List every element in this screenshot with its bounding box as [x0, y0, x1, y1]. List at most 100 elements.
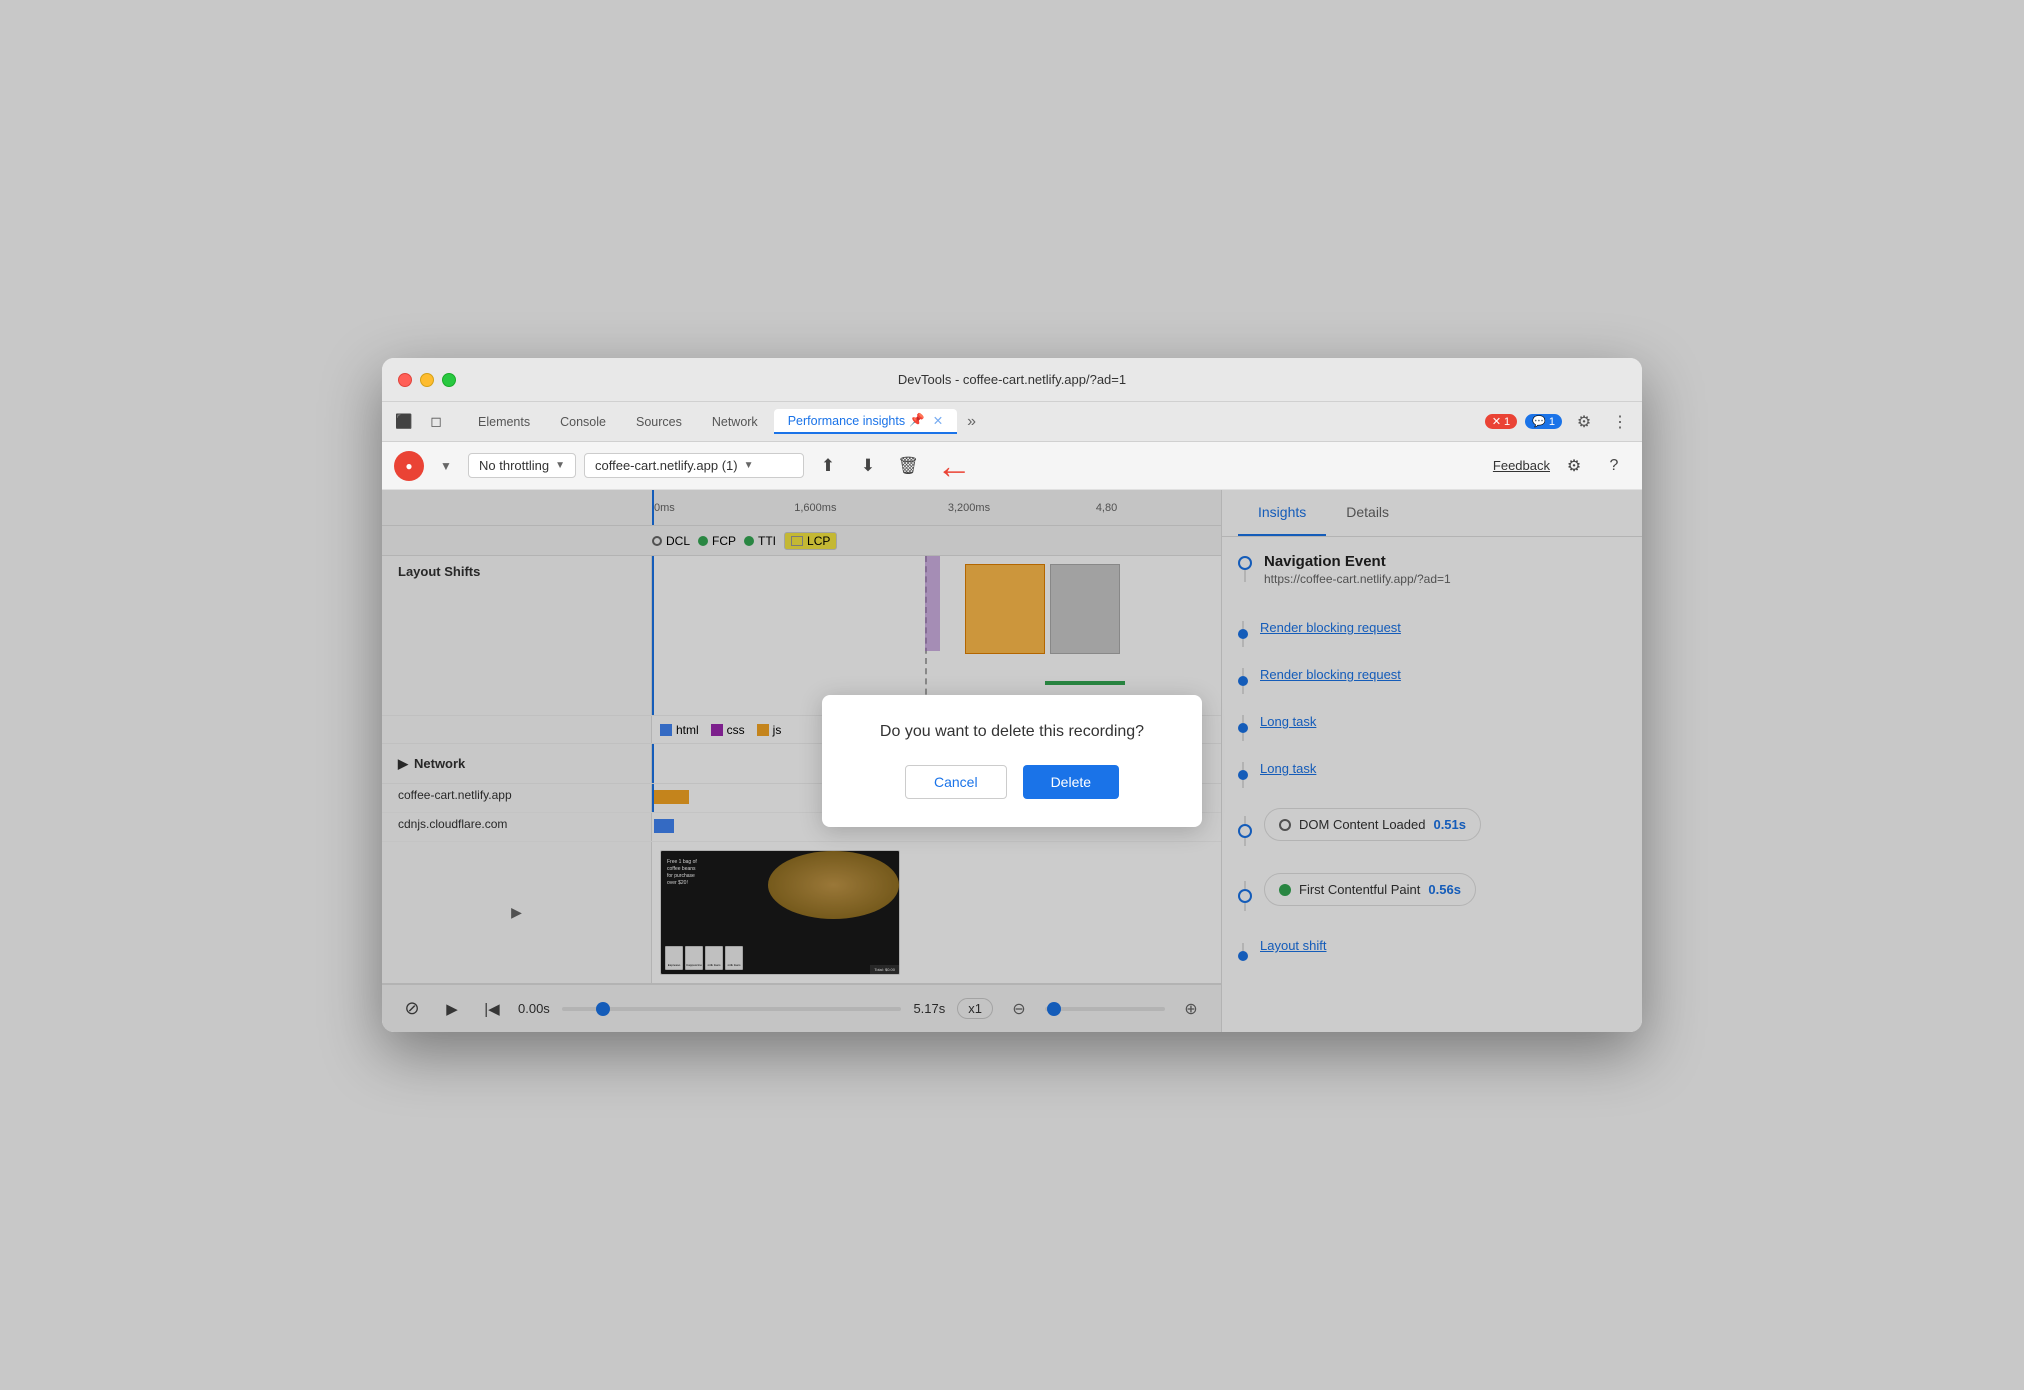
insights-content[interactable]: Navigation Event https://coffee-cart.net… — [1222, 537, 1642, 1032]
throttling-dropdown[interactable]: No throttling ▼ — [468, 453, 576, 478]
record-button[interactable]: ● — [394, 451, 424, 481]
play-button[interactable]: ▶ — [438, 995, 466, 1023]
fcp-metric-time: 0.56s — [1428, 882, 1461, 897]
delete-button[interactable]: Delete — [1023, 765, 1119, 799]
delete-recording-dialog: Do you want to delete this recording? Ca… — [822, 695, 1202, 827]
zoom-thumb[interactable] — [1047, 1002, 1061, 1016]
ruler-mark-3200: 3,200ms — [948, 502, 990, 514]
zoom-in-button[interactable]: ⊕ — [1177, 995, 1205, 1023]
coffee-item-3: milk foam — [705, 946, 723, 970]
navigation-event: Navigation Event https://coffee-cart.net… — [1238, 553, 1626, 600]
dcl-metric: DOM Content Loaded 0.51s — [1264, 808, 1481, 841]
network-legend: html css js — [652, 716, 789, 743]
red-arrow-indicator: ← — [936, 445, 972, 487]
cancel-button[interactable]: Cancel — [905, 765, 1007, 799]
playback-thumb[interactable] — [596, 1002, 610, 1016]
url-dropdown[interactable]: coffee-cart.netlify.app (1) ▼ — [584, 453, 804, 478]
playback-bar: ⊘ ▶ |◀ 0.00s 5.17s x1 ⊖ ⊕ — [382, 984, 1221, 1032]
settings-gear-icon[interactable]: ⚙ — [1558, 450, 1590, 482]
feedback-button[interactable]: Feedback — [1493, 458, 1550, 473]
pin-icon: 📌 — [909, 413, 925, 428]
close-button[interactable] — [398, 373, 412, 387]
render-blocking-link-2[interactable]: Render blocking request — [1260, 667, 1401, 682]
cursor-icon[interactable]: ⬛ — [390, 408, 418, 436]
record-dropdown-arrow[interactable]: ▼ — [432, 452, 460, 480]
network-row-2-label: cdnjs.cloudflare.com — [382, 813, 652, 841]
insights-panel: Insights Details Navigation Event https:… — [1222, 490, 1642, 1032]
url-arrow: ▼ — [744, 460, 754, 471]
green-timing-line — [1045, 681, 1125, 685]
tab-console[interactable]: Console — [546, 411, 620, 433]
filmstrip-label: ▶ — [382, 842, 652, 983]
timeline-ruler: 0ms 1,600ms 3,200ms 4,80 — [382, 490, 1221, 526]
render-blocking-link-1[interactable]: Render blocking request — [1260, 620, 1401, 635]
thumbnail-1[interactable]: Free 1 bag ofcoffee beansfor purchaseove… — [660, 850, 900, 975]
go-to-start-button[interactable]: |◀ — [478, 995, 506, 1023]
layout-shifts-content[interactable] — [652, 556, 1221, 715]
thumbnail-image-1: Free 1 bag ofcoffee beansfor purchaseove… — [661, 851, 899, 974]
tti-marker: TTI — [744, 534, 776, 548]
no-recording-icon[interactable]: ⊘ — [398, 995, 426, 1023]
maximize-button[interactable] — [442, 373, 456, 387]
error-badge-icon: ✕ — [1492, 415, 1501, 428]
tab-close-button[interactable]: ✕ — [933, 413, 943, 428]
network-expand-icon[interactable]: ▶ — [398, 756, 408, 772]
tabbar: ⬛ ◻ Elements Console Sources Network Per… — [382, 402, 1642, 442]
insights-tabs: Insights Details — [1222, 490, 1642, 537]
dock-icon[interactable]: ◻ — [422, 408, 450, 436]
error-badge[interactable]: ✕ 1 — [1485, 414, 1517, 429]
download-icon[interactable]: ⬇ — [852, 450, 884, 482]
main-content: 0ms 1,600ms 3,200ms 4,80 DCL FCP — [382, 490, 1642, 1032]
network-row-1-label: coffee-cart.netlify.app — [382, 784, 652, 812]
more-options-icon[interactable]: ⋮ — [1606, 408, 1634, 436]
url-label: coffee-cart.netlify.app (1) — [595, 458, 738, 473]
purple-layout-shift — [925, 556, 940, 651]
nbar-css — [654, 819, 674, 833]
tab-sources[interactable]: Sources — [622, 411, 696, 433]
css-legend-dot — [711, 724, 723, 736]
filmstrip-play-icon[interactable]: ▶ — [505, 901, 529, 925]
tab-performance-insights-label: Performance insights — [788, 414, 905, 428]
long-task-link-1[interactable]: Long task — [1260, 714, 1316, 729]
css-legend-label: css — [727, 723, 745, 737]
tab-network[interactable]: Network — [698, 411, 772, 433]
layout-shift-event: Layout shift — [1238, 938, 1626, 965]
window-title: DevTools - coffee-cart.netlify.app/?ad=1 — [898, 372, 1126, 387]
modal-buttons: Cancel Delete — [854, 765, 1170, 799]
tab-details[interactable]: Details — [1326, 490, 1409, 536]
render-blocking-1: Render blocking request — [1238, 620, 1626, 647]
tab-right-icons: ✕ 1 💬 1 ⚙ ⋮ — [1485, 408, 1634, 436]
upload-icon[interactable]: ⬆ — [812, 450, 844, 482]
layout-shift-link[interactable]: Layout shift — [1260, 938, 1327, 953]
layout-shifts-text: Layout Shifts — [398, 564, 480, 579]
long-task-2: Long task — [1238, 761, 1626, 788]
coffee-item-2: Cappuccino — [685, 946, 703, 970]
tab-icons: ⬛ ◻ — [390, 408, 450, 436]
layout-shifts-track: Layout Shifts — [382, 556, 1221, 716]
tab-insights[interactable]: Insights — [1238, 490, 1326, 536]
navigation-event-title: Navigation Event — [1264, 553, 1451, 570]
settings-icon[interactable]: ⚙ — [1570, 408, 1598, 436]
first-contentful-paint: First Contentful Paint 0.56s — [1238, 873, 1626, 918]
markers-row: DCL FCP TTI LCP — [382, 526, 1221, 556]
filmstrip-thumbnails[interactable]: Free 1 bag ofcoffee beansfor purchaseove… — [652, 842, 1221, 983]
current-time: 0.00s — [518, 1001, 550, 1016]
help-icon[interactable]: ? — [1598, 450, 1630, 482]
total-time: 5.17s — [913, 1001, 945, 1016]
more-tabs-btn[interactable]: » — [959, 413, 984, 431]
tab-elements[interactable]: Elements — [464, 411, 544, 433]
tab-performance-insights[interactable]: Performance insights 📌 ✕ — [774, 409, 957, 434]
delete-recording-button[interactable]: 🗑 — [892, 450, 924, 482]
playback-slider[interactable] — [562, 1007, 902, 1011]
zoom-out-button[interactable]: ⊖ — [1005, 995, 1033, 1023]
info-badge[interactable]: 💬 1 — [1525, 414, 1562, 429]
render-blocking-1-dot — [1238, 629, 1248, 639]
dom-content-loaded: DOM Content Loaded 0.51s — [1238, 808, 1626, 853]
long-task-link-2[interactable]: Long task — [1260, 761, 1316, 776]
coffee-items-row: Espresso Cappuccino milk foam — [661, 946, 899, 970]
minimize-button[interactable] — [420, 373, 434, 387]
zoom-slider[interactable] — [1045, 1007, 1165, 1011]
network-label: ▶ Network — [382, 744, 652, 783]
nbar-html — [654, 790, 689, 804]
html-legend-dot — [660, 724, 672, 736]
